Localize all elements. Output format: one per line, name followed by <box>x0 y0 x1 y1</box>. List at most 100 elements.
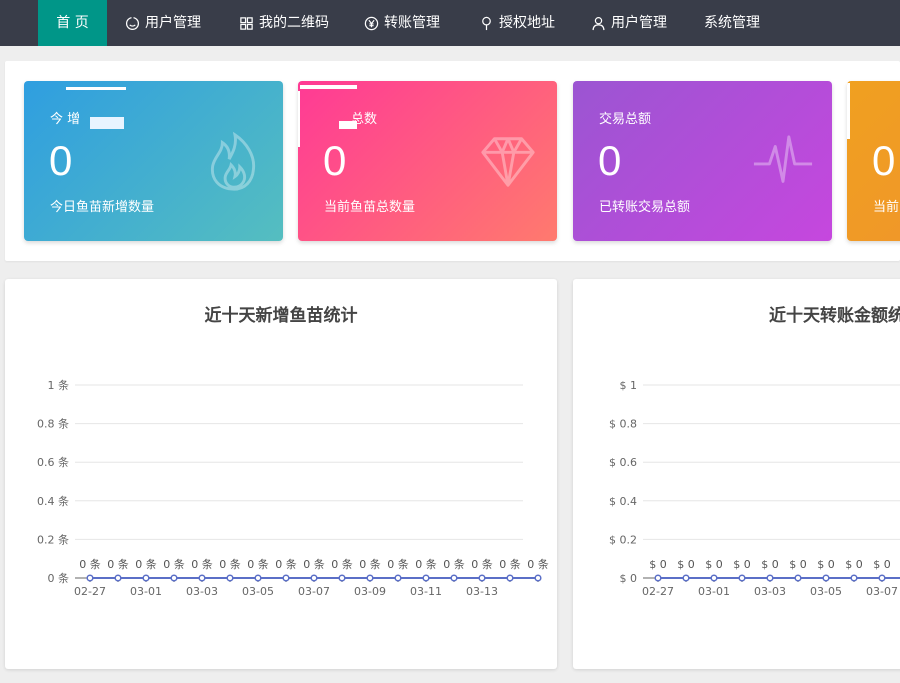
stat-card-value: 0 <box>49 137 73 184</box>
data-point <box>682 574 690 582</box>
data-label: 0 条 <box>359 557 381 571</box>
stat-card-value: 0 <box>323 137 347 184</box>
data-label: $ 0 <box>705 558 723 571</box>
data-label: 0 条 <box>303 557 325 571</box>
data-point <box>766 574 774 582</box>
data-point <box>506 574 514 582</box>
x-tick-label: 03-07 <box>298 585 330 598</box>
stat-card-fourth[interactable]: 0 当前 <box>847 81 900 241</box>
x-tick-label: 03-05 <box>810 585 842 598</box>
data-label: $ 0 <box>649 558 667 571</box>
nav-transfer-management[interactable]: 转账管理 <box>364 0 440 46</box>
data-point <box>654 574 662 582</box>
y-tick-label: $ 0.8 <box>609 418 637 431</box>
y-tick-label: 0 条 <box>48 571 70 585</box>
data-point <box>822 574 830 582</box>
data-point <box>338 574 346 582</box>
data-point <box>366 574 374 582</box>
nav-system-management-label: 系统管理 <box>704 15 760 31</box>
chart-panel-transfer: 近十天转账金额统计 $ 0$ 0.2$ 0.4$ 0.6$ 0.8$ 102-2… <box>573 279 900 669</box>
stats-panel: 今 增 0 今日鱼苗新增数量 总数 0 当前鱼苗总数量 交易总额 0 已转账交易… <box>5 61 900 261</box>
data-point <box>198 574 206 582</box>
fire-icon <box>203 131 265 193</box>
data-label: $ 0 <box>733 558 751 571</box>
nav-user-management-2-label: 用户管理 <box>611 15 667 31</box>
data-point <box>114 574 122 582</box>
data-label: 0 条 <box>79 557 101 571</box>
nav-transfer-management-label: 转账管理 <box>384 15 440 31</box>
data-point <box>478 574 486 582</box>
data-label: 0 条 <box>471 557 493 571</box>
data-label: $ 0 <box>677 558 695 571</box>
smile-icon <box>125 16 140 31</box>
stat-card-total-transaction[interactable]: 交易总额 0 已转账交易总额 <box>573 81 832 241</box>
x-tick-label: 03-07 <box>866 585 898 598</box>
x-tick-label: 03-03 <box>754 585 786 598</box>
nav-user-management-label: 用户管理 <box>145 15 201 31</box>
data-point <box>310 574 318 582</box>
transfer-line-chart: $ 0 $ 0.2 $ 0.4 $ 0.6 $ 0.8 $ 1 02-27 03-01 03-0… <box>609 379 900 598</box>
data-label: 0 条 <box>387 557 409 571</box>
stat-card-new-fish[interactable]: 今 增 0 今日鱼苗新增数量 <box>24 81 283 241</box>
yen-icon <box>364 16 379 31</box>
data-label: $ 0 <box>873 558 891 571</box>
data-point <box>450 574 458 582</box>
data-label: $ 0 <box>761 558 779 571</box>
y-tick-label: 0.6 条 <box>37 455 69 469</box>
data-point <box>850 574 858 582</box>
nav-my-qrcode-label: 我的二维码 <box>259 15 329 31</box>
data-label: 0 条 <box>163 557 185 571</box>
new-fish-line-chart: 0 条 0.2 条 0.4 条 0.6 条 0.8 条 1 条 02-27 03-01 03-0… <box>37 378 549 598</box>
redaction-mark <box>339 121 357 129</box>
x-tick-label: 03-03 <box>186 585 218 598</box>
stat-card-title: 交易总额 <box>599 112 652 127</box>
data-label: 0 条 <box>219 557 241 571</box>
grid-icon <box>239 16 254 31</box>
data-point <box>738 574 746 582</box>
data-point <box>794 574 802 582</box>
data-label: 0 条 <box>247 557 269 571</box>
data-label: 0 条 <box>527 557 549 571</box>
pulse-icon <box>752 131 814 193</box>
nav-system-management[interactable]: 系统管理 <box>704 0 760 46</box>
data-label: $ 0 <box>817 558 835 571</box>
data-point <box>254 574 262 582</box>
data-label: 0 条 <box>275 557 297 571</box>
y-tick-label: $ 0.4 <box>609 495 637 508</box>
data-point <box>170 574 178 582</box>
y-tick-label: 0.4 条 <box>37 494 69 508</box>
nav-home-label: 首 页 <box>56 15 89 31</box>
top-nav: 首 页 用户管理 我的二维码 转账管理 授权地址 用户管理 系统管理 <box>0 0 900 46</box>
data-label: 0 条 <box>135 557 157 571</box>
nav-my-qrcode[interactable]: 我的二维码 <box>239 0 329 46</box>
redaction-mark <box>847 83 850 139</box>
data-label: 0 条 <box>331 557 353 571</box>
data-point <box>878 574 886 582</box>
data-point <box>142 574 150 582</box>
stat-card-subtitle: 当前 <box>873 200 900 215</box>
stat-card-total-fish[interactable]: 总数 0 当前鱼苗总数量 <box>298 81 557 241</box>
stat-card-subtitle: 已转账交易总额 <box>599 200 691 215</box>
nav-authorized-address[interactable]: 授权地址 <box>479 0 555 46</box>
x-tick-label: 03-01 <box>698 585 730 598</box>
user-icon <box>591 16 606 31</box>
y-tick-label: $ 1 <box>620 379 638 392</box>
y-tick-label: 0.8 条 <box>37 417 69 431</box>
data-point <box>282 574 290 582</box>
nav-authorized-address-label: 授权地址 <box>499 15 555 31</box>
nav-user-management[interactable]: 用户管理 <box>125 0 201 46</box>
x-tick-label: 03-09 <box>354 585 386 598</box>
x-tick-label: 03-11 <box>410 585 442 598</box>
data-label: 0 条 <box>443 557 465 571</box>
data-label: $ 0 <box>845 558 863 571</box>
y-tick-label: 1 条 <box>48 378 70 392</box>
stat-card-subtitle: 当前鱼苗总数量 <box>324 200 416 215</box>
y-tick-label: $ 0.2 <box>609 533 637 546</box>
x-tick-label: 02-27 <box>642 585 674 598</box>
x-tick-label: 02-27 <box>74 585 106 598</box>
nav-home[interactable]: 首 页 <box>38 0 107 46</box>
y-tick-label: $ 0 <box>620 572 638 585</box>
x-tick-label: 03-01 <box>130 585 162 598</box>
chart-panel-new-fish: 近十天新增鱼苗统计 0 条 0.2 条 0.4 条 0.6 条 0.8 条1 条 02-2… <box>5 279 557 669</box>
nav-user-management-2[interactable]: 用户管理 <box>591 0 667 46</box>
